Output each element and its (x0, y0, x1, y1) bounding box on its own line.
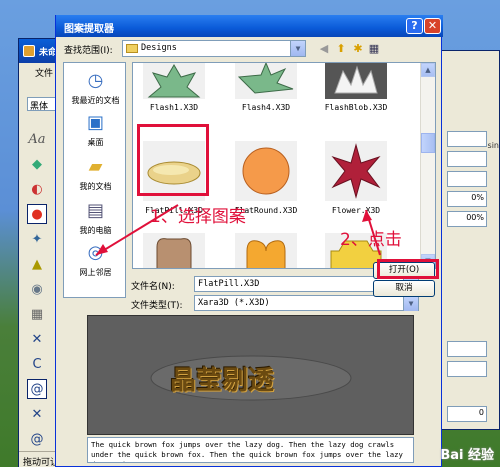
annotation-step1: 1、选择图案 (150, 207, 246, 227)
watermark: Bai 经验 (440, 448, 494, 463)
annotation-step2: 2、点击 (340, 230, 402, 250)
annotation-arrows (95, 204, 381, 256)
